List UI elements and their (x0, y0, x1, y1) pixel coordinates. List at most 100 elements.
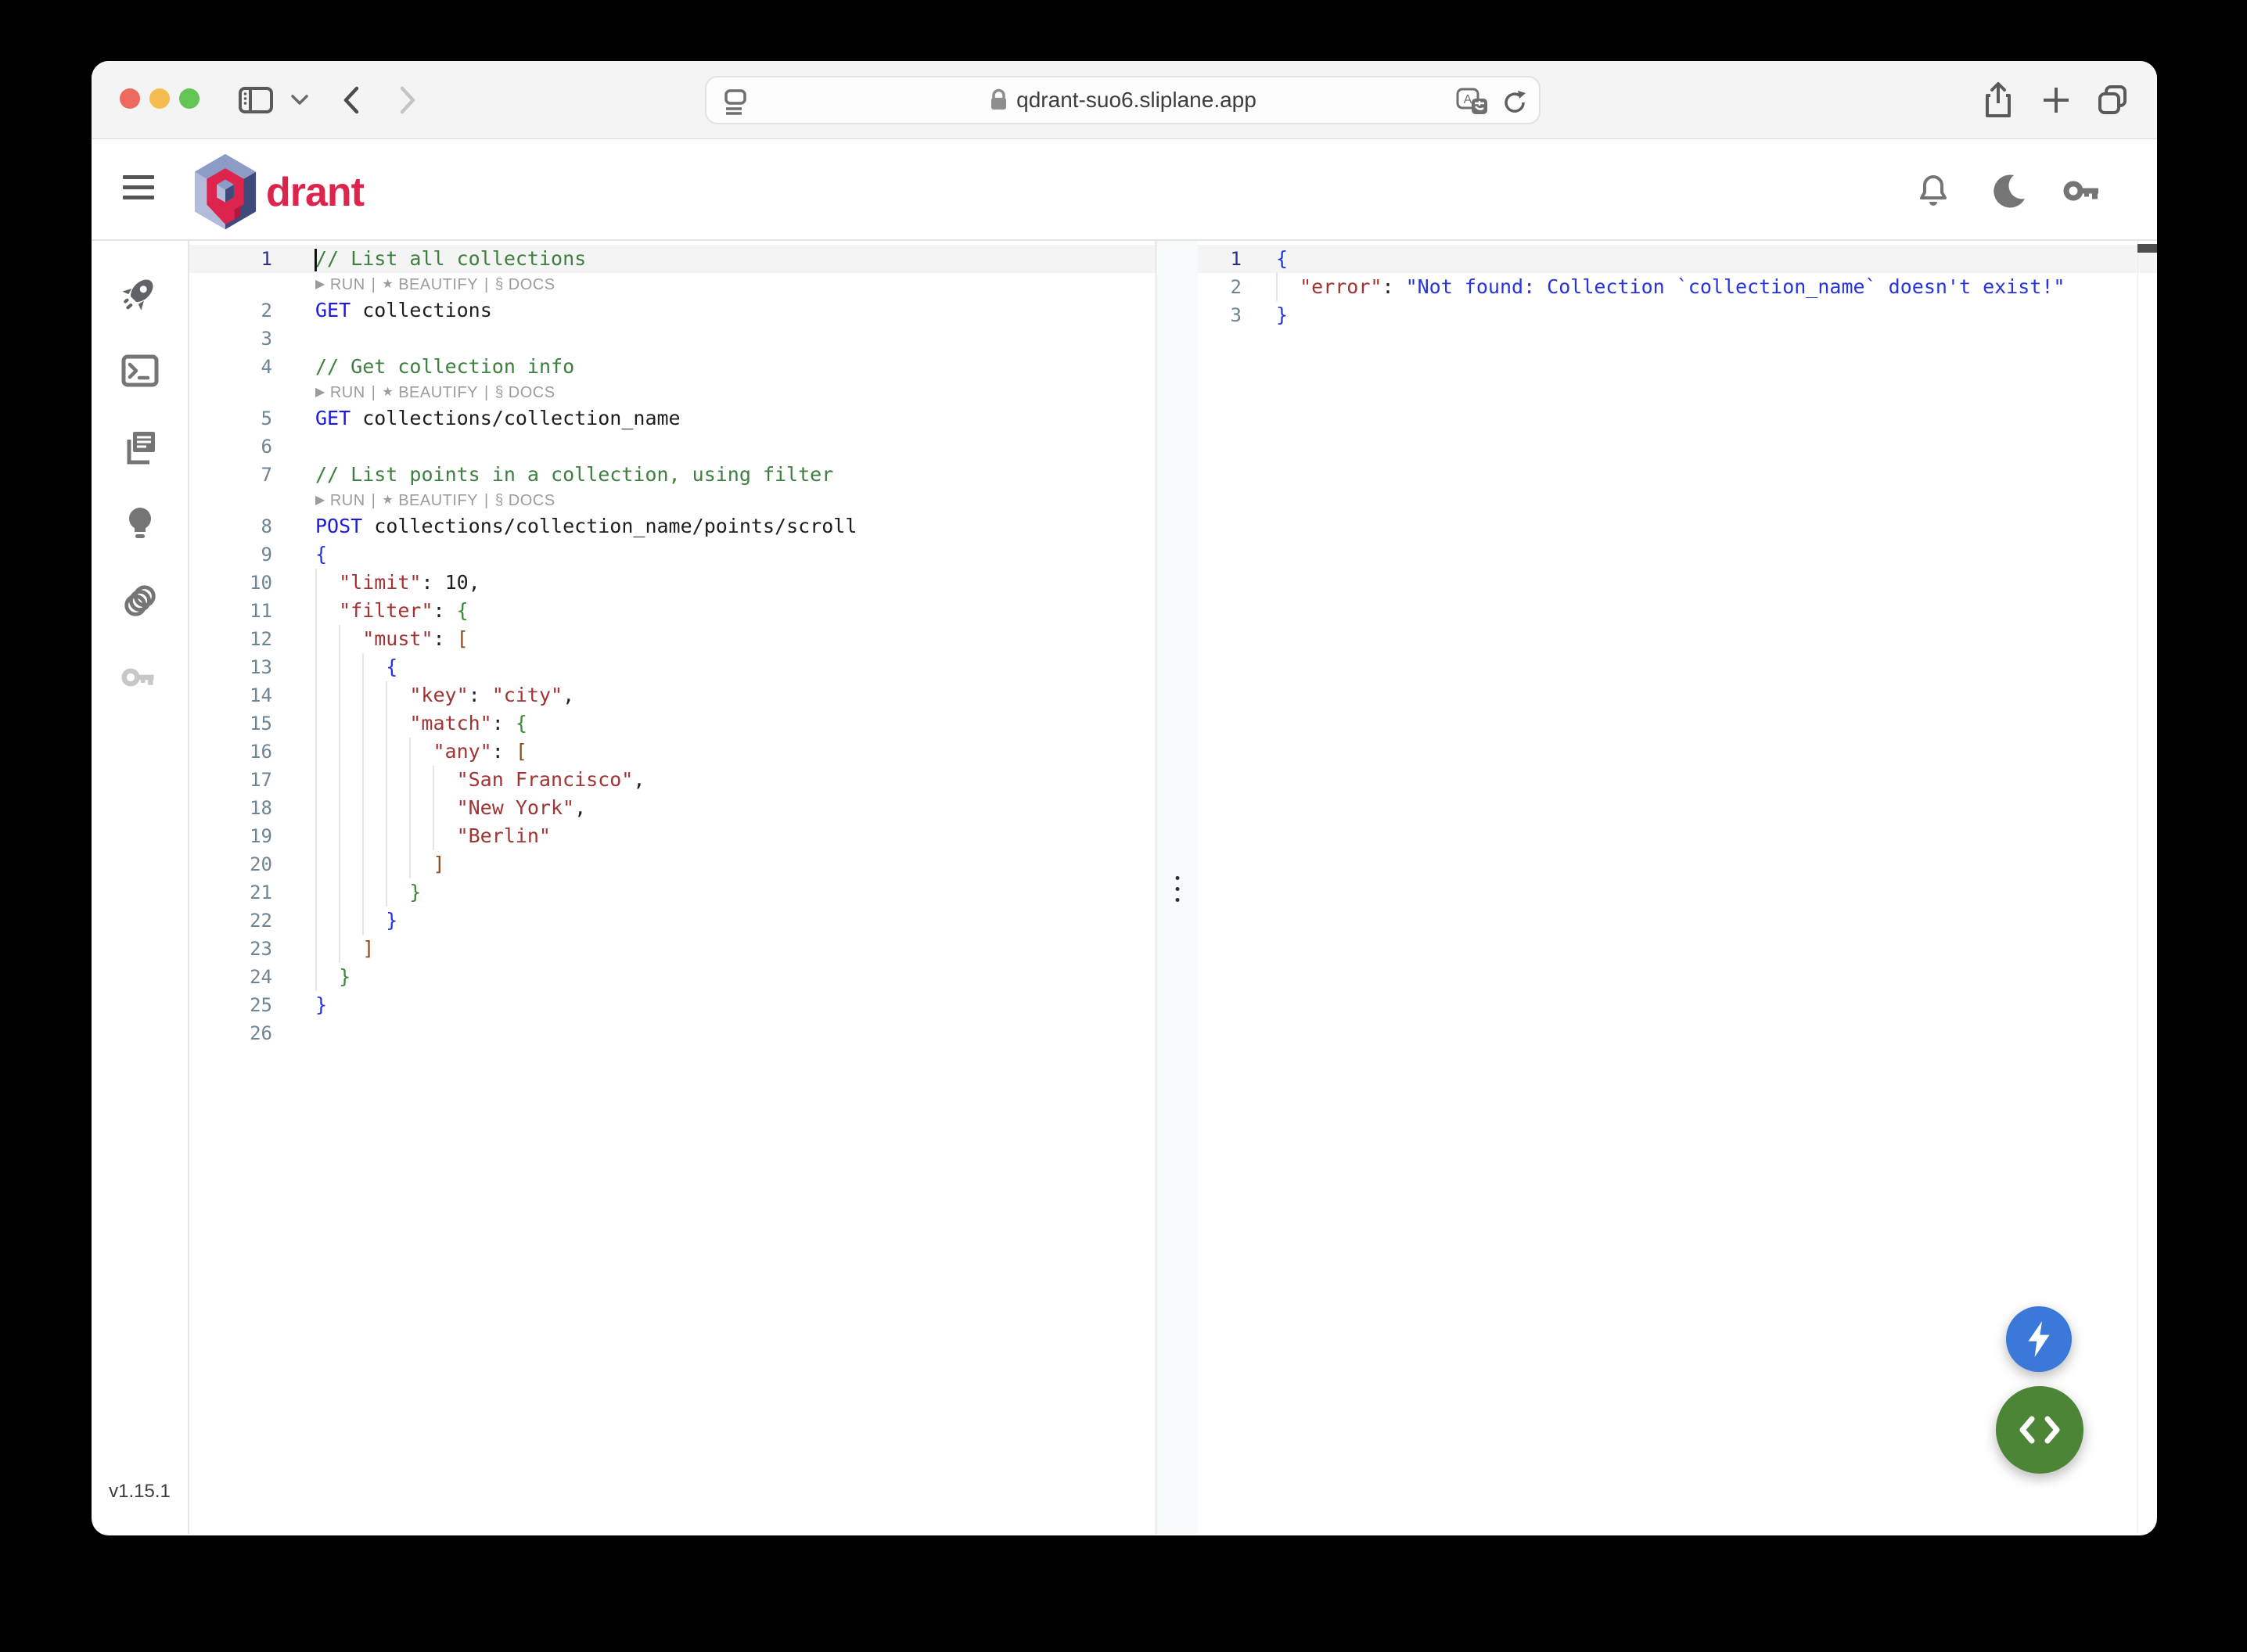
sidebar-item-welcome[interactable] (121, 275, 159, 313)
reader-format-icon[interactable] (721, 86, 752, 117)
code-line[interactable]: 15"match": { (189, 709, 1156, 738)
line-number: 25 (189, 991, 272, 1019)
request-editor[interactable]: 1// List all collections ▶RUN|★BEAUTIFY|§… (189, 241, 1156, 1534)
api-key-icon[interactable] (2062, 169, 2105, 213)
address-bar[interactable]: qdrant-suo6.sliplane.app A (705, 76, 1541, 124)
rocket-icon (121, 275, 159, 313)
code-line[interactable]: 23] (189, 935, 1156, 963)
code-line[interactable]: 26 (189, 1019, 1156, 1047)
code-line[interactable]: 14"key": "city", (189, 681, 1156, 709)
line-number: 6 (189, 433, 272, 461)
code-line[interactable]: 1// List all collections (189, 245, 1156, 273)
code-line[interactable]: 1{ (1198, 245, 2157, 273)
code-line[interactable]: 2GET collections (189, 296, 1156, 325)
line-content: "any": [ (272, 738, 1156, 766)
browser-chrome: qdrant-suo6.sliplane.app A (92, 61, 2157, 139)
indent-guide (386, 681, 409, 709)
line-number: 24 (189, 963, 272, 991)
app-version: v1.15.1 (92, 1481, 188, 1503)
line-number: 22 (189, 907, 272, 935)
window-controls (120, 88, 200, 109)
indent-guide (315, 878, 339, 907)
indent-guide (339, 850, 362, 878)
code-snippets-button[interactable] (1996, 1386, 2083, 1474)
new-tab-icon[interactable] (2037, 61, 2076, 139)
indent-guide (315, 569, 339, 597)
code-line[interactable]: 10"limit": 10, (189, 569, 1156, 597)
line-number: 3 (189, 325, 272, 353)
menu-button[interactable] (123, 175, 154, 206)
chevron-down-icon[interactable] (289, 61, 311, 139)
indent-guide (362, 822, 386, 850)
star-icon: ★ (382, 381, 394, 404)
run-button[interactable]: ▶RUN (315, 489, 365, 512)
docs-button[interactable]: §DOCS (495, 381, 555, 404)
section-icon: § (495, 489, 504, 512)
code-line[interactable]: 21} (189, 878, 1156, 907)
code-line[interactable]: 11"filter": { (189, 597, 1156, 625)
translate-icon[interactable]: A (1456, 88, 1490, 117)
code-line[interactable]: 22} (189, 907, 1156, 935)
code-line[interactable]: 2"error": "Not found: Collection `collec… (1198, 273, 2157, 301)
code-line[interactable]: 25} (189, 991, 1156, 1019)
line-content: } (272, 963, 1156, 991)
code-line[interactable]: 9{ (189, 540, 1156, 569)
url-text: qdrant-suo6.sliplane.app (1016, 88, 1257, 113)
pane-resizer[interactable] (1156, 241, 1198, 1534)
scrollbar-track[interactable] (2137, 241, 2157, 1534)
reload-icon[interactable] (1501, 88, 1528, 117)
indent-guide (386, 822, 409, 850)
forward-button[interactable] (390, 61, 425, 139)
indent-guide (339, 878, 362, 907)
line-action-bar: ▶RUN|★BEAUTIFY|§DOCS (189, 489, 1156, 512)
line-number: 1 (189, 245, 272, 273)
code-line[interactable]: 8POST collections/collection_name/points… (189, 512, 1156, 540)
code-line[interactable]: 7// List points in a collection, using f… (189, 461, 1156, 489)
sidebar-item-tutorial[interactable] (121, 505, 159, 543)
share-icon[interactable] (1979, 61, 2018, 139)
line-content: "New York", (272, 794, 1156, 822)
tab-overview-icon[interactable] (2093, 61, 2134, 139)
sidebar-item-datasets[interactable] (121, 582, 159, 620)
code-line[interactable]: 13{ (189, 653, 1156, 681)
code-line[interactable]: 3} (1198, 301, 2157, 329)
indent-guide (362, 766, 386, 794)
zoom-window-button[interactable] (179, 88, 200, 109)
line-number: 2 (1198, 273, 1242, 301)
minimize-window-button[interactable] (149, 88, 170, 109)
code-line[interactable]: 24} (189, 963, 1156, 991)
sidebar-item-console[interactable] (121, 352, 159, 390)
code-line[interactable]: 18"New York", (189, 794, 1156, 822)
code-line[interactable]: 12"must": [ (189, 625, 1156, 653)
run-button[interactable]: ▶RUN (315, 273, 365, 296)
run-button[interactable]: ▶RUN (315, 381, 365, 404)
beautify-button[interactable]: ★BEAUTIFY (382, 489, 478, 512)
code-line[interactable]: 3 (189, 325, 1156, 353)
notifications-bell-icon[interactable] (1911, 169, 1955, 213)
dark-mode-moon-icon[interactable] (1987, 169, 2031, 213)
sidebar: v1.15.1 (92, 241, 189, 1534)
code-line[interactable]: 17"San Francisco", (189, 766, 1156, 794)
line-content: POST collections/collection_name/points/… (272, 512, 1156, 540)
code-line[interactable]: 5GET collections/collection_name (189, 404, 1156, 433)
indent-guide (386, 850, 409, 878)
sidebar-toggle-icon[interactable] (237, 61, 275, 139)
docs-button[interactable]: §DOCS (495, 489, 555, 512)
docs-button[interactable]: §DOCS (495, 273, 555, 296)
sidebar-item-collections[interactable] (121, 429, 159, 466)
line-number: 26 (189, 1019, 272, 1047)
lightbulb-icon (124, 505, 156, 543)
code-line[interactable]: 6 (189, 433, 1156, 461)
code-line[interactable]: 19"Berlin" (189, 822, 1156, 850)
back-button[interactable] (334, 61, 369, 139)
code-line[interactable]: 20] (189, 850, 1156, 878)
code-line[interactable]: 4// Get collection info (189, 353, 1156, 381)
code-line[interactable]: 16"any": [ (189, 738, 1156, 766)
sidebar-item-api-keys[interactable] (121, 659, 159, 696)
beautify-button[interactable]: ★BEAUTIFY (382, 381, 478, 404)
beautify-button[interactable]: ★BEAUTIFY (382, 273, 478, 296)
indent-guide (339, 794, 362, 822)
run-selected-button[interactable] (2006, 1306, 2072, 1372)
scrollbar-thumb[interactable] (2137, 244, 2157, 253)
close-window-button[interactable] (120, 88, 140, 109)
